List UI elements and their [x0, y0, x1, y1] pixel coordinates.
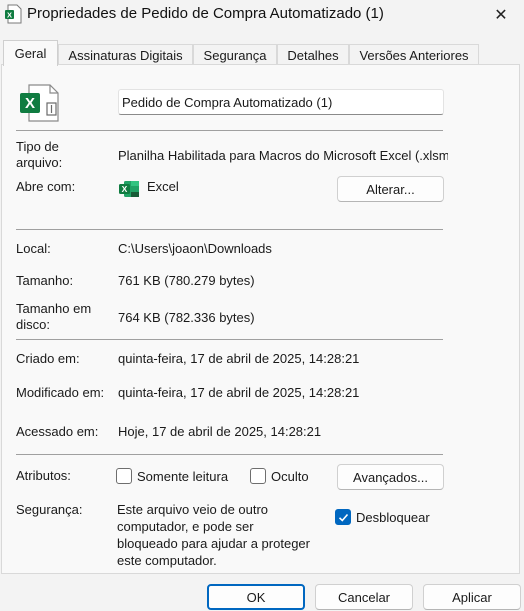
- read-only-checkbox[interactable]: Somente leitura: [116, 468, 228, 484]
- created-label: Criado em:: [16, 351, 80, 366]
- divider: [16, 454, 443, 455]
- modified-value: quinta-feira, 17 de abril de 2025, 14:28…: [118, 385, 360, 400]
- created-value: quinta-feira, 17 de abril de 2025, 14:28…: [118, 351, 360, 366]
- unblock-checkbox[interactable]: Desbloquear: [335, 509, 430, 525]
- checkbox-box[interactable]: [250, 468, 266, 484]
- excel-file-icon: X: [20, 84, 59, 122]
- security-message: Este arquivo veio de outro computador, e…: [117, 502, 310, 568]
- checkmark-icon: [338, 513, 349, 522]
- title-bar: X Propriedades de Pedido de Compra Autom…: [0, 0, 524, 30]
- excel-file-icon: X: [5, 4, 22, 24]
- divider: [16, 130, 443, 131]
- hidden-label: Oculto: [271, 468, 309, 484]
- size-on-disk-value: 764 KB (782.336 bytes): [118, 310, 255, 325]
- advanced-attributes-button[interactable]: Avançados...: [337, 464, 444, 490]
- cancel-button[interactable]: Cancelar: [315, 584, 413, 610]
- tab-digital-signatures[interactable]: Assinaturas Digitais: [58, 44, 193, 65]
- file-type-label: Tipo de arquivo:: [16, 139, 63, 170]
- tab-strip: Geral Assinaturas Digitais Segurança Det…: [0, 40, 524, 66]
- tab-security[interactable]: Segurança: [193, 44, 277, 65]
- location-label: Local:: [16, 241, 51, 256]
- opens-with-app: Excel: [147, 179, 179, 194]
- svg-text:X: X: [25, 95, 35, 112]
- opens-with-label: Abre com:: [16, 179, 76, 194]
- size-label: Tamanho:: [16, 273, 74, 288]
- ok-button[interactable]: OK: [207, 584, 305, 610]
- modified-label: Modificado em:: [16, 385, 105, 400]
- excel-icon: X: [119, 181, 139, 197]
- hidden-checkbox[interactable]: Oculto: [250, 468, 309, 484]
- tab-general[interactable]: Geral: [3, 40, 58, 66]
- divider: [16, 339, 443, 340]
- size-value: 761 KB (780.279 bytes): [118, 273, 255, 288]
- security-label: Segurança:: [16, 502, 83, 517]
- svg-text:X: X: [7, 10, 12, 19]
- read-only-label: Somente leitura: [137, 468, 229, 484]
- divider: [16, 229, 443, 230]
- location-value: C:\Users\joaon\Downloads: [118, 241, 272, 256]
- unblock-label: Desbloquear: [356, 509, 430, 525]
- change-app-button[interactable]: Alterar...: [337, 176, 444, 202]
- tab-details[interactable]: Detalhes: [277, 44, 349, 65]
- tab-previous-versions[interactable]: Versões Anteriores: [349, 44, 479, 65]
- file-type-value: Planilha Habilitada para Macros do Micro…: [118, 148, 448, 163]
- accessed-value: Hoje, 17 de abril de 2025, 14:28:21: [118, 424, 322, 439]
- svg-text:X: X: [122, 184, 128, 194]
- attributes-label: Atributos:: [16, 468, 71, 483]
- checkbox-box[interactable]: [116, 468, 132, 484]
- checkbox-box[interactable]: [335, 509, 351, 525]
- size-on-disk-label: Tamanho em disco:: [16, 301, 92, 332]
- close-icon: ✕: [494, 7, 508, 24]
- file-name-input[interactable]: [118, 89, 444, 115]
- apply-button[interactable]: Aplicar: [423, 584, 521, 610]
- window-title: Propriedades de Pedido de Compra Automat…: [27, 5, 384, 22]
- accessed-label: Acessado em:: [16, 424, 99, 439]
- close-button[interactable]: ✕: [478, 0, 524, 30]
